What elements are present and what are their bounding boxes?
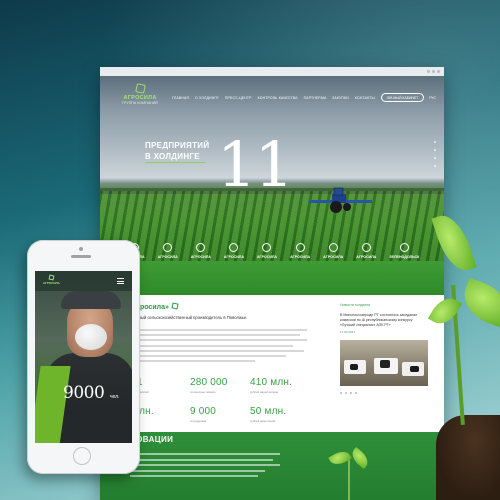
phone-screen: АГРОСИЛА 9000 чел. bbox=[35, 271, 132, 443]
field-icon bbox=[262, 243, 272, 252]
menu-item-purchases[interactable]: ЗАКУПКИ bbox=[332, 96, 349, 100]
personal-cabinet-button[interactable]: ЛИЧНЫЙ КАБИНЕТ bbox=[380, 93, 425, 102]
slider-dots[interactable] bbox=[434, 141, 436, 167]
logo-subtitle: ГРУППА КОМПАНИЙ bbox=[122, 101, 158, 105]
stat: 9 000 сотрудников bbox=[190, 406, 217, 423]
stats-grid: 11предприятий 280 000га пахотных земель … bbox=[132, 377, 307, 423]
mobile-number: 9000 bbox=[63, 383, 105, 403]
hero-number: 11 bbox=[217, 128, 294, 201]
soil bbox=[436, 415, 500, 500]
language-switch[interactable]: РУС bbox=[429, 96, 436, 100]
menu-item-contacts[interactable]: КОНТАКТЫ bbox=[355, 96, 375, 100]
drop-icon bbox=[229, 243, 239, 252]
desktop-window: АГРОСИЛА ГРУППА КОМПАНИЙ ГЛАВНАЯ О ХОЛДИ… bbox=[100, 67, 444, 500]
hero-title-line2: В ХОЛДИНГЕ bbox=[145, 152, 200, 161]
menu-item-home[interactable]: ГЛАВНАЯ bbox=[172, 96, 189, 100]
brand-item[interactable]: АГРОСИЛА bbox=[257, 243, 277, 277]
menu-item-quality[interactable]: КОНТРОЛЬ КАЧЕСТВА bbox=[258, 96, 298, 100]
mobile-unit: чел. bbox=[110, 394, 120, 400]
cow-icon bbox=[196, 243, 206, 252]
sprout-icon bbox=[328, 243, 338, 252]
brand-item[interactable]: ЗЕЛЕНОДОЛЬСК bbox=[389, 243, 419, 277]
main-menu: ГЛАВНАЯ О ХОЛДИНГЕ ПРЕСС-ЦЕНТР КОНТРОЛЬ … bbox=[172, 96, 375, 100]
news-image[interactable] bbox=[340, 340, 428, 386]
menu-item-about[interactable]: О ХОЛДИНГЕ bbox=[195, 96, 219, 100]
brands-list: АГРОСИЛА АГРОСИЛА АГРОСИЛА АГРОСИЛА АГРО… bbox=[100, 243, 444, 277]
stat: 11предприятий bbox=[132, 377, 149, 394]
logo-icon bbox=[48, 274, 55, 281]
news-block: Новости холдинга В Минсельхозпроде РТ со… bbox=[340, 303, 428, 394]
small-sprout bbox=[348, 460, 350, 500]
news-date: 17.03.2017 bbox=[340, 330, 356, 334]
grain-icon bbox=[163, 243, 173, 252]
hamburger-icon[interactable] bbox=[117, 278, 124, 286]
top-nav: АГРОСИЛА ГРУППА КОМПАНИЙ ГЛАВНАЯ О ХОЛДИ… bbox=[100, 76, 444, 116]
hero-title: ПРЕДПРИЯТИЙ В ХОЛДИНГЕ bbox=[145, 140, 209, 162]
home-button[interactable] bbox=[73, 447, 91, 465]
brand-item[interactable]: АГРОСИЛА bbox=[356, 243, 376, 277]
tractor-image bbox=[310, 187, 372, 213]
plant-icon bbox=[399, 243, 409, 252]
stat: млн. bbox=[132, 406, 154, 417]
brand-item[interactable]: АГРОСИЛА bbox=[224, 243, 244, 277]
farm-icon bbox=[361, 243, 371, 252]
hero-section: АГРОСИЛА ГРУППА КОМПАНИЙ ГЛАВНАЯ О ХОЛДИ… bbox=[100, 76, 444, 261]
stat: 50 млн. рублей инвестиций bbox=[250, 406, 287, 423]
hero-title-line1: ПРЕДПРИЯТИЙ bbox=[145, 141, 210, 150]
menu-item-press[interactable]: ПРЕСС-ЦЕНТР bbox=[225, 96, 252, 100]
brand-item[interactable]: АГРОСИЛА bbox=[158, 243, 178, 277]
hero-underline bbox=[145, 162, 205, 163]
logo-icon bbox=[171, 302, 179, 310]
news-title[interactable]: В Минсельхозпроде РТ состоялось заседани… bbox=[340, 313, 428, 328]
brand-item[interactable]: АГРОСИЛА bbox=[290, 243, 310, 277]
camera bbox=[79, 247, 83, 251]
logo-icon bbox=[134, 83, 146, 94]
stat: 280 000 га пахотных земель bbox=[190, 377, 228, 394]
brand-item[interactable]: АГРОСИЛА bbox=[191, 243, 211, 277]
mobile-logo[interactable]: АГРОСИЛА bbox=[43, 274, 60, 285]
about-lead: рупный сельскохозяйственный производител… bbox=[132, 315, 248, 320]
speaker bbox=[71, 255, 91, 258]
news-heading: Новости холдинга bbox=[340, 303, 371, 307]
tractor-icon bbox=[295, 243, 305, 252]
menu-item-partners[interactable]: ПАРТНЕРАМ bbox=[304, 96, 327, 100]
logo[interactable]: АГРОСИЛА ГРУППА КОМПАНИЙ bbox=[110, 83, 170, 105]
phone-mockup: АГРОСИЛА 9000 чел. bbox=[27, 240, 140, 474]
innovations-paragraph bbox=[130, 453, 280, 481]
news-pager[interactable] bbox=[340, 392, 428, 394]
browser-chrome bbox=[100, 67, 444, 76]
stat: 410 млн. рублей надой молока bbox=[250, 377, 293, 394]
about-paragraph bbox=[132, 329, 307, 365]
brand-item[interactable]: АГРОСИЛА bbox=[323, 243, 343, 277]
